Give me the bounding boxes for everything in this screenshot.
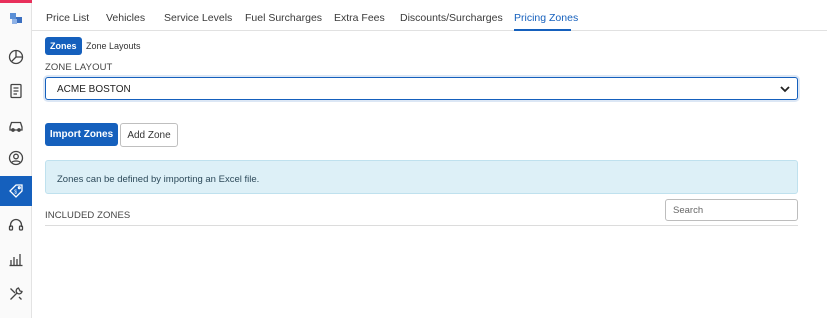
tab-fuel-surcharges[interactable]: Fuel Surcharges xyxy=(245,12,322,24)
active-tab-indicator xyxy=(514,29,571,31)
pie-chart-icon[interactable] xyxy=(0,42,32,72)
info-message: Zones can be defined by importing an Exc… xyxy=(57,174,260,185)
import-zones-button[interactable]: Import Zones xyxy=(45,123,118,146)
included-zones-divider xyxy=(45,225,798,226)
chevron-down-icon xyxy=(780,86,790,93)
tab-price-list[interactable]: Price List xyxy=(46,12,89,24)
user-circle-icon[interactable] xyxy=(0,143,32,173)
included-zones-label: INCLUDED ZONES xyxy=(45,210,131,221)
subtab-zone-layouts[interactable]: Zone Layouts xyxy=(86,41,141,51)
info-banner: Zones can be defined by importing an Exc… xyxy=(45,160,798,194)
zone-layout-select[interactable]: ACME BOSTON xyxy=(45,77,798,100)
sidebar: $ xyxy=(0,0,32,318)
subtab-zones[interactable]: Zones xyxy=(45,37,82,55)
document-icon[interactable] xyxy=(0,76,32,106)
chart-hand-icon[interactable] xyxy=(0,244,32,274)
zone-layout-label: ZONE LAYOUT xyxy=(45,62,113,73)
search-input[interactable] xyxy=(665,199,798,221)
add-zone-button[interactable]: Add Zone xyxy=(120,123,178,147)
price-tag-icon[interactable]: $ xyxy=(0,176,32,206)
headset-icon[interactable] xyxy=(0,210,32,240)
tools-icon[interactable] xyxy=(0,279,32,309)
car-icon[interactable] xyxy=(0,110,32,140)
tab-service-levels[interactable]: Service Levels xyxy=(164,12,232,24)
svg-text:$: $ xyxy=(14,190,17,196)
tab-pricing-zones[interactable]: Pricing Zones xyxy=(514,12,578,24)
tab-discounts-surcharges[interactable]: Discounts/Surcharges xyxy=(400,12,503,24)
tab-extra-fees[interactable]: Extra Fees xyxy=(334,12,385,24)
sidebar-accent-bar xyxy=(0,0,32,3)
tab-vehicles[interactable]: Vehicles xyxy=(106,12,145,24)
logo-icon[interactable] xyxy=(0,4,32,34)
zone-layout-value: ACME BOSTON xyxy=(57,84,131,95)
